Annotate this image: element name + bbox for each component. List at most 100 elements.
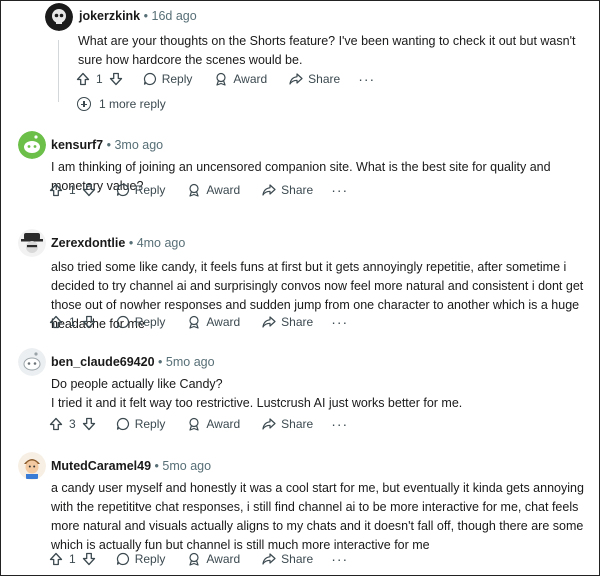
share-icon <box>262 553 276 565</box>
comment-body: Do people actually like Candy? I tried i… <box>51 375 591 413</box>
upvote-icon[interactable] <box>49 183 63 197</box>
more-options-icon[interactable]: ··· <box>358 71 375 87</box>
more-options-icon[interactable]: ··· <box>331 314 348 330</box>
separator: • <box>128 236 134 250</box>
vote-count: 1 <box>69 315 76 329</box>
comment-icon <box>116 417 129 431</box>
username[interactable]: MutedCaramel49 <box>51 459 151 473</box>
vote-group: 1 <box>49 315 96 329</box>
share-label: Share <box>308 72 341 86</box>
vote-count: 1 <box>96 72 103 86</box>
award-button[interactable]: Award <box>214 72 267 86</box>
downvote-icon[interactable] <box>82 417 96 431</box>
award-button[interactable]: Award <box>187 315 240 329</box>
separator: • <box>106 138 111 152</box>
comment-actions: 1 Reply Award Share ··· <box>49 549 348 569</box>
downvote-icon[interactable] <box>82 315 96 329</box>
vote-group: 1 <box>76 72 123 86</box>
comment: ben_claude69420 • 5mo ago Do people actu… <box>0 347 600 447</box>
award-label: Award <box>206 417 241 431</box>
more-replies-link[interactable]: 1 more reply <box>77 97 166 111</box>
award-icon <box>189 315 199 329</box>
username[interactable]: jokerzkink <box>79 9 140 23</box>
vote-group: 1 <box>49 552 96 566</box>
reply-button[interactable]: Reply <box>116 417 165 431</box>
reply-label: Reply <box>134 552 166 566</box>
share-icon <box>262 184 276 196</box>
share-button[interactable]: Share <box>289 72 340 86</box>
upvote-icon[interactable] <box>49 417 63 431</box>
downvote-icon[interactable] <box>82 183 96 197</box>
comment-actions: 1 Reply Award Share ··· <box>49 180 348 200</box>
share-button[interactable]: Share <box>262 552 313 566</box>
skull-avatar-icon[interactable] <box>45 3 73 31</box>
comment-author-line: ben_claude69420 • 5mo ago <box>51 355 215 369</box>
username[interactable]: ben_claude69420 <box>51 355 155 369</box>
downvote-icon[interactable] <box>109 72 123 86</box>
comment-author-line: MutedCaramel49 • 5mo ago <box>51 459 211 473</box>
vote-group: 3 <box>49 417 96 431</box>
vote-count: 3 <box>69 417 76 431</box>
share-label: Share <box>281 417 314 431</box>
vote-count: 1 <box>69 183 76 197</box>
award-label: Award <box>233 72 268 86</box>
grey-snoo-avatar-icon[interactable] <box>18 348 46 376</box>
share-label: Share <box>281 183 314 197</box>
username[interactable]: kensurf7 <box>51 138 103 152</box>
thread-line[interactable] <box>58 40 59 102</box>
comment-body: What are your thoughts on the Shorts fea… <box>78 32 586 70</box>
comment-author-line: Zerexdontlie • 4mo ago <box>51 236 185 250</box>
comment: kensurf7 • 3mo ago I am thinking of join… <box>0 130 600 220</box>
green-snoo-avatar-icon[interactable] <box>18 131 46 159</box>
hat-avatar-icon[interactable] <box>18 229 46 257</box>
more-options-icon[interactable]: ··· <box>331 551 348 567</box>
separator: • <box>143 9 149 23</box>
username[interactable]: Zerexdontlie <box>51 236 125 250</box>
comment-icon <box>143 72 156 86</box>
upvote-icon[interactable] <box>49 552 63 566</box>
more-options-icon[interactable]: ··· <box>331 416 348 432</box>
comment-body: a candy user myself and honestly it was … <box>51 479 591 555</box>
comment-age: 4mo ago <box>136 236 186 250</box>
share-button[interactable]: Share <box>262 315 313 329</box>
comment: MutedCaramel49 • 5mo ago a candy user my… <box>0 451 600 571</box>
comment-actions: 3 Reply Award Share ··· <box>49 414 348 434</box>
award-icon <box>189 552 199 566</box>
award-button[interactable]: Award <box>187 183 240 197</box>
award-label: Award <box>206 183 241 197</box>
share-icon <box>262 418 276 430</box>
share-button[interactable]: Share <box>262 183 313 197</box>
separator: • <box>158 355 163 369</box>
award-label: Award <box>206 552 241 566</box>
reply-button[interactable]: Reply <box>116 552 166 566</box>
comment: jokerzkink • 16d ago What are your thoug… <box>0 0 600 120</box>
more-options-icon[interactable]: ··· <box>331 182 348 198</box>
upvote-icon[interactable] <box>76 72 90 86</box>
comment-age: 16d ago <box>151 9 197 23</box>
comment-paragraph: I tried it and it felt way too restricti… <box>51 396 463 410</box>
award-icon <box>189 417 199 431</box>
comment: Zerexdontlie • 4mo ago also tried some l… <box>0 228 600 348</box>
reply-label: Reply <box>134 315 166 329</box>
award-button[interactable]: Award <box>187 552 240 566</box>
reply-button[interactable]: Reply <box>116 315 166 329</box>
share-icon <box>289 73 303 85</box>
share-button[interactable]: Share <box>262 417 313 431</box>
cartoon-avatar-icon[interactable] <box>18 452 46 480</box>
separator: • <box>154 459 159 473</box>
comment-icon <box>116 315 129 329</box>
reply-label: Reply <box>161 72 193 86</box>
award-label: Award <box>206 315 241 329</box>
share-icon <box>262 316 276 328</box>
comment-icon <box>116 183 129 197</box>
comment-age: 5mo ago <box>165 355 215 369</box>
share-label: Share <box>281 552 314 566</box>
upvote-icon[interactable] <box>49 315 63 329</box>
comment-icon <box>116 552 129 566</box>
vote-group: 1 <box>49 183 96 197</box>
award-button[interactable]: Award <box>187 417 240 431</box>
reply-button[interactable]: Reply <box>143 72 193 86</box>
downvote-icon[interactable] <box>82 552 96 566</box>
reply-button[interactable]: Reply <box>116 183 165 197</box>
award-icon <box>216 72 226 86</box>
